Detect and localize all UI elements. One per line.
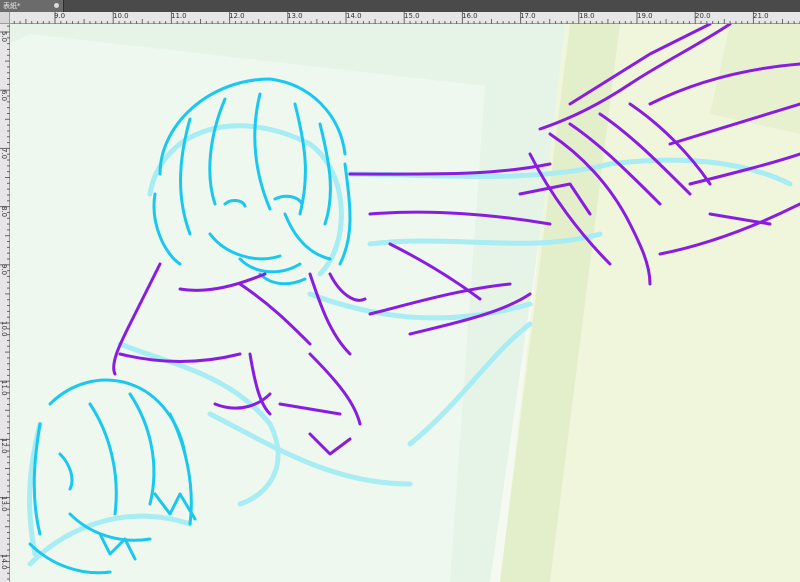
ruler-corner [0, 12, 10, 24]
ruler-left-label: 5.0 [0, 31, 8, 43]
ruler-left-label: 8.0 [0, 206, 8, 218]
ruler-top-label: 15.0 [404, 12, 420, 20]
document-tab-title: 表紙* [3, 1, 21, 10]
document-tab[interactable]: 表紙* [0, 0, 64, 12]
ruler-left-label: 10.0 [0, 321, 8, 337]
ruler-left-label: 6.0 [0, 90, 8, 102]
ruler-top-label: 14.0 [346, 12, 362, 20]
ruler-left-label: 9.0 [0, 264, 8, 276]
ruler-top-label: 11.0 [171, 12, 187, 20]
ruler-top-label: 21.0 [753, 12, 769, 20]
ruler-top-label: 19.0 [637, 12, 653, 20]
sketch-artwork [10, 24, 800, 582]
ruler-top-label: 12.0 [229, 12, 245, 20]
ruler-top-label: 10.0 [113, 12, 129, 20]
ruler-left: 5.0 6.0 7.0 8.0 9.0 10.0 11.0 12.0 13.0 … [0, 24, 10, 582]
ruler-left-label: 13.0 [0, 496, 8, 512]
ruler-top-label: 18.0 [579, 12, 595, 20]
ruler-top-label: 9.0 [54, 12, 66, 20]
ruler-left-label: 14.0 [0, 554, 8, 570]
ruler-left-label: 12.0 [0, 438, 8, 454]
ruler-top-label: 20.0 [695, 12, 711, 20]
ruler-top-label: 16.0 [462, 12, 478, 20]
ruler-top-label: 13.0 [287, 12, 303, 20]
ruler-left-label: 11.0 [0, 380, 8, 396]
close-icon[interactable] [54, 3, 59, 8]
ruler-top-label: 17.0 [520, 12, 536, 20]
ruler-top: 9.0 10.0 11.0 12.0 13.0 14.0 15.0 16.0 1… [10, 12, 800, 24]
drawing-canvas[interactable] [10, 24, 800, 582]
ruler-left-label: 7.0 [0, 148, 8, 160]
